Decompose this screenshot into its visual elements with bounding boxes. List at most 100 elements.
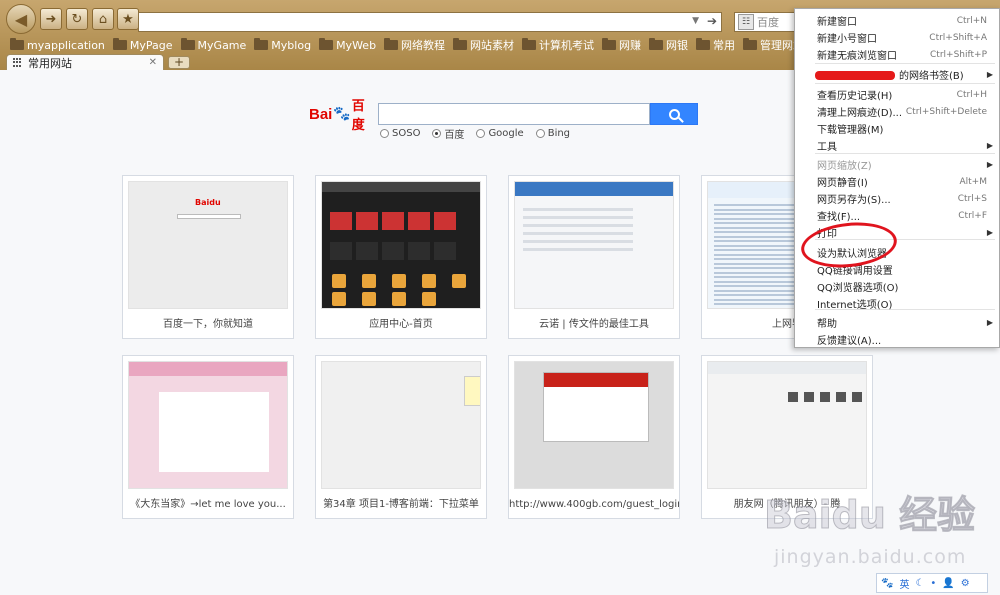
baidu-search-button[interactable] [650,103,698,125]
menu-item[interactable]: 查找(F)... Ctrl+F [795,207,999,224]
folder-icon [384,38,399,50]
bookmark-folder[interactable]: 网赚 [602,37,641,53]
ime-toolbar[interactable]: 🐾 英 ☾ • 👤 ⚙ [876,573,988,593]
menu-item[interactable]: 工具 ▶ [795,137,999,154]
radio-icon[interactable] [432,129,442,138]
engine-label: SOSO [392,128,421,139]
menu-item-label: 下载管理器(M) [817,125,884,136]
baidu-search-input[interactable] [378,103,650,125]
menu-item-label: 网页缩放(Z) [817,161,872,172]
radio-icon[interactable] [476,129,486,138]
menu-shortcut: Ctrl+Shift+Delete [905,106,987,117]
paw-icon[interactable]: 🐾 [881,578,893,589]
dropdown-icon[interactable]: ▼ [692,16,699,26]
engine-option[interactable]: Bing [535,126,570,141]
menu-item-label: 清理上网痕迹(D)... [817,108,903,119]
site-tile[interactable]: http://www.400gb.com/guest_loginV2... [508,355,680,519]
engine-option[interactable]: SOSO [380,126,420,141]
tab-common-sites[interactable]: 常用网站 ✕ [6,54,164,70]
user-icon[interactable]: 👤 [942,578,954,589]
address-bar[interactable]: ▼ ➔ [138,12,722,32]
menu-item[interactable]: 帮助 ▶ [795,314,999,331]
menu-item[interactable]: 新建无痕浏览窗口 Ctrl+Shift+P [795,46,999,63]
engine-label: 百度 [444,130,465,141]
radio-icon[interactable] [380,129,389,138]
folder-icon [180,38,195,50]
folder-icon [453,38,468,50]
search-icon [668,108,680,120]
bookmark-label: 计算机考试 [539,39,595,52]
star-icon[interactable]: ★ [117,8,139,30]
menu-item[interactable]: 清理上网痕迹(D)... Ctrl+Shift+Delete [795,103,999,120]
radio-icon[interactable] [535,129,545,138]
engine-options: SOSO 百度 Google Bing [380,126,570,141]
gear-icon[interactable]: ⚙ [961,578,970,589]
menu-item[interactable]: 网页另存为(S)... Ctrl+S [795,190,999,207]
bookmark-folder[interactable]: myapplication [10,38,105,52]
dot-icon[interactable]: • [930,578,936,589]
menu-item[interactable]: QQ浏览器选项(O) [795,278,999,295]
forward-icon[interactable]: ➜ [40,8,62,30]
watermark-logo: Baidu 经验 [763,493,976,538]
folder-icon [319,38,334,50]
menu-item-label: 查找(F)... [817,212,861,223]
menu-item[interactable]: 新建小号窗口 Ctrl+Shift+A [795,29,999,46]
address-input[interactable] [139,13,679,31]
site-tile[interactable]: Baidu 百度一下，你就知道 [122,175,294,339]
menu-item[interactable]: 查看历史记录(H) Ctrl+H [795,86,999,103]
bookmark-folder[interactable]: MyPage [112,38,173,52]
bookmark-folder[interactable]: 常用 [696,37,735,53]
menu-item[interactable]: Internet选项(O) [795,295,999,312]
folder-icon [602,38,617,50]
site-tile[interactable]: 云诺 | 传文件的最佳工具 [508,175,680,339]
menu-item[interactable]: 网页静音(I) Alt+M [795,173,999,190]
engine-option[interactable]: Google [476,126,524,141]
tab-title: 常用网站 [28,56,72,70]
site-tile[interactable]: 《大东当家》→let me love you... [122,355,294,519]
logo-cn: 百度 [351,99,365,133]
site-tile[interactable]: 应用中心-首页 [315,175,487,339]
menu-shortcut: Alt+M [959,176,988,187]
menu-item-label: 新建窗口 [817,17,857,28]
menu-item[interactable]: 反馈建议(A)... [795,331,999,348]
menu-shortcut: Ctrl+N [956,15,987,26]
go-icon[interactable]: ➔ [707,14,717,28]
ime-lang[interactable]: 英 [899,576,909,591]
site-thumbnail [514,361,674,489]
bookmark-folder[interactable]: 网站素材 [453,37,514,53]
refresh-icon[interactable]: ↻ [66,8,88,30]
site-thumbnail [128,361,288,489]
menu-shortcut: Ctrl+Shift+P [930,49,987,60]
bookmark-label: Myblog [271,38,312,52]
bookmark-label: 网赚 [619,39,642,52]
menu-shortcut: Ctrl+F [958,210,987,221]
bookmark-folder[interactable]: Myblog [254,38,312,52]
close-icon[interactable]: ✕ [149,57,157,68]
bookmark-folder[interactable]: 计算机考试 [522,37,594,53]
folder-icon [10,38,24,50]
bookmark-folder[interactable]: 网络教程 [384,37,445,53]
site-thumbnail [514,181,674,309]
bookmark-folder[interactable]: 网银 [649,37,688,53]
site-tile[interactable]: 第34章 项目1-博客前端：下拉菜单 [315,355,487,519]
menu-item[interactable]: 下载管理器(M) [795,120,999,137]
menu-separator [815,83,995,84]
bookmark-folder[interactable]: MyWeb [319,38,377,52]
engine-option[interactable]: 百度 [432,126,464,141]
folder-icon [743,38,758,50]
menu-item[interactable]: 新建窗口 Ctrl+N [795,12,999,29]
site-caption: 云诺 | 传文件的最佳工具 [539,319,649,330]
menu-item[interactable]: 网页缩放(Z) ▶ [795,156,999,173]
submenu-arrow-icon: ▶ [986,70,993,79]
menu-shortcut: Ctrl+Shift+A [929,32,987,43]
new-tab-button[interactable]: + [168,56,190,69]
home-icon[interactable]: ⌂ [92,8,114,30]
moon-icon[interactable]: ☾ [915,578,924,589]
back-icon[interactable]: ◀ [6,4,36,34]
site-thumbnail [707,361,867,489]
search-engine-icon[interactable]: ☷ [738,14,754,30]
menu-item[interactable]: 的网络书签(B) ▶ [795,66,999,83]
menu-shortcut: Ctrl+H [956,89,987,100]
bookmark-label: MyWeb [336,38,377,52]
bookmark-folder[interactable]: MyGame [180,38,246,52]
